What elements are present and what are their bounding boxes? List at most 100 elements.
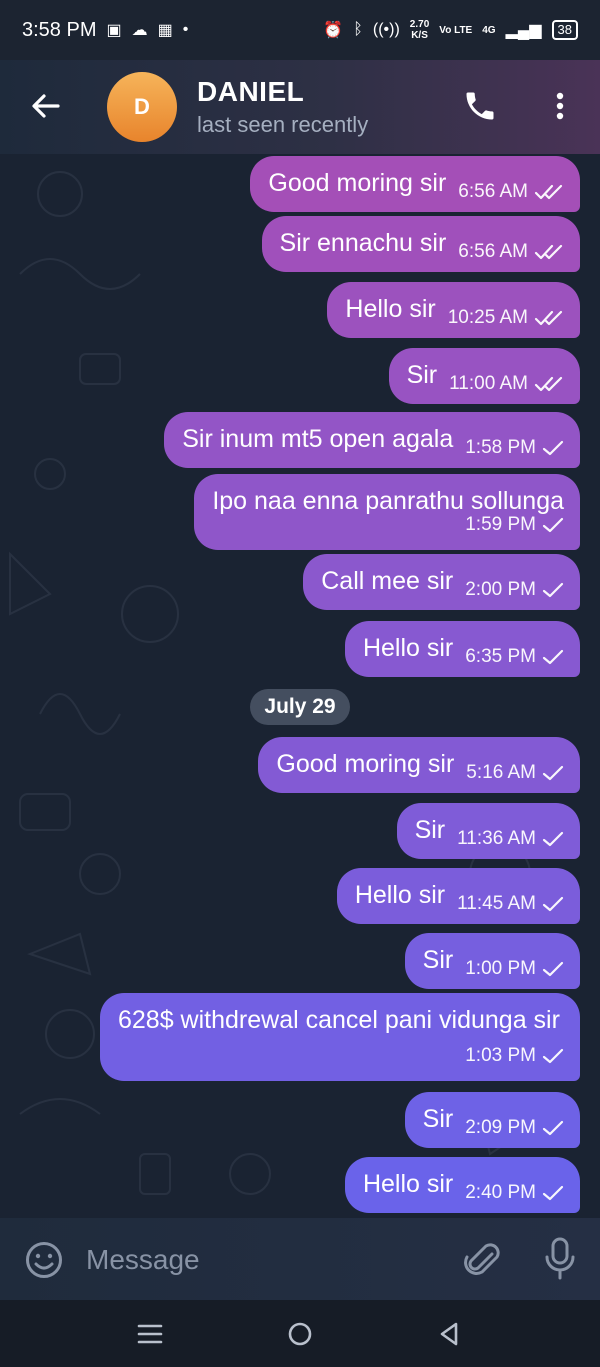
chat-header: D DANIEL last seen recently <box>0 60 600 154</box>
check-icon <box>542 960 564 978</box>
bluetooth-icon: ᛒ <box>353 21 363 38</box>
hotspot-icon: ((•)) <box>372 21 400 38</box>
message-bubble[interactable]: 628$ withdrewal cancel pani vidunga sir 1… <box>100 993 580 1081</box>
net-speed-unit: K/S <box>411 30 428 41</box>
message-time: 11:45 AM <box>457 893 536 914</box>
battery-indicator: 38 <box>551 20 578 40</box>
recent-apps-button[interactable] <box>136 1320 164 1348</box>
message-text: Hello sir <box>362 634 454 662</box>
status-right: ⏰ ᛒ ((•)) 2.70 K/S Vo LTE 4G ▂▄▆ 38 <box>323 19 578 41</box>
message-bubble[interactable]: Hello sir 2:40 PM <box>344 1157 580 1213</box>
check-icon <box>542 830 564 848</box>
message-meta: 2:00 PM <box>465 575 564 605</box>
message-meta: 1:59 PM <box>465 510 564 540</box>
dot-icon: • <box>182 21 189 38</box>
net-speed: 2.70 K/S <box>410 19 429 41</box>
message-meta: 2:09 PM <box>465 1113 564 1143</box>
message-text: Sir ennachu sir <box>279 229 447 257</box>
message-time: 2:40 PM <box>465 1182 536 1203</box>
message-time: 11:00 AM <box>449 373 528 394</box>
message-meta: 11:36 AM <box>457 824 564 854</box>
message-bubble[interactable]: Sir 11:36 AM <box>396 803 580 859</box>
message-meta: 6:56 AM <box>458 237 564 267</box>
home-button[interactable] <box>286 1320 314 1348</box>
message-meta: 1:03 PM <box>465 1041 564 1071</box>
message-text: Sir <box>422 1105 454 1133</box>
message-bubble[interactable]: Sir 1:00 PM <box>404 933 580 989</box>
smiley-icon <box>26 1242 62 1278</box>
message-time: 1:00 PM <box>465 958 536 979</box>
message-time: 11:36 AM <box>457 828 536 849</box>
contact-name[interactable]: DANIEL <box>197 76 304 108</box>
arrow-left-icon <box>32 94 60 118</box>
message-bubble[interactable]: Good moring sir 5:16 AM <box>258 737 580 793</box>
message-bubble[interactable]: Hello sir 11:45 AM <box>336 868 580 924</box>
message-text: Sir inum mt5 open agala <box>182 425 454 453</box>
contact-status: last seen recently <box>197 112 369 137</box>
emoji-button[interactable] <box>24 1240 64 1280</box>
calendar-icon: ▦ <box>157 22 173 39</box>
message-meta: 10:25 AM <box>448 303 564 333</box>
message-bubble[interactable]: Sir 11:00 AM <box>388 348 580 404</box>
status-bar: 3:58 PM ▣ ☁ ▦ • ⏰ ᛒ ((•)) 2.70 K/S Vo LT… <box>0 0 600 60</box>
message-bubble[interactable]: Sir ennachu sir 6:56 AM <box>261 216 580 272</box>
check-icon <box>542 648 564 666</box>
avatar[interactable]: D <box>107 72 177 142</box>
message-time: 5:16 AM <box>466 762 536 783</box>
message-text: 628$ withdrewal cancel pani vidunga sir <box>118 1006 560 1034</box>
network-type: 4G <box>482 24 496 36</box>
microphone-icon <box>545 1237 575 1280</box>
system-back-button[interactable] <box>436 1320 464 1348</box>
message-meta: 1:58 PM <box>465 433 564 463</box>
message-bubble[interactable]: Ipo naa enna panrathu sollunga 1:59 PM <box>194 474 580 550</box>
message-meta: 11:45 AM <box>457 889 564 919</box>
attach-button[interactable] <box>460 1238 500 1280</box>
message-bubble[interactable]: Hello sir 6:35 PM <box>344 621 580 677</box>
check-icon <box>542 439 564 457</box>
chat-area[interactable]: Good moring sir 6:56 AM Sir ennachu sir 6:5… <box>0 154 600 1218</box>
status-time: 3:58 PM <box>22 18 97 41</box>
message-input[interactable] <box>84 1238 428 1282</box>
message-time: 2:00 PM <box>465 579 536 600</box>
phone-icon <box>466 92 494 120</box>
message-meta: 1:00 PM <box>465 954 564 984</box>
call-button[interactable] <box>462 88 498 124</box>
message-text: Hello sir <box>362 1170 454 1198</box>
more-options-button[interactable] <box>546 88 574 124</box>
status-left: 3:58 PM ▣ ☁ ▦ • <box>22 19 188 42</box>
check-icon <box>542 581 564 599</box>
paperclip-icon <box>464 1243 500 1275</box>
circle-home-icon <box>288 1322 312 1346</box>
message-bubble[interactable]: Sir inum mt5 open agala 1:58 PM <box>164 412 580 468</box>
message-text: Hello sir <box>354 881 446 909</box>
check-icon <box>542 895 564 913</box>
more-vertical-icon <box>556 92 564 120</box>
volte-indicator: Vo LTE <box>439 24 473 36</box>
check-icon <box>542 1119 564 1137</box>
triangle-back-icon <box>440 1322 458 1346</box>
double-check-icon <box>534 243 564 261</box>
microphone-button[interactable] <box>540 1236 580 1282</box>
message-text: Sir <box>422 946 454 974</box>
message-bubble[interactable]: Good moring sir 6:56 AM <box>250 156 580 212</box>
message-meta: 6:35 PM <box>465 642 564 672</box>
message-text: Sir <box>414 816 446 844</box>
message-text: Hello sir <box>345 295 436 323</box>
message-bubble[interactable]: Call mee sir 2:00 PM <box>303 554 580 610</box>
back-button[interactable] <box>28 88 64 124</box>
message-composer <box>0 1218 600 1300</box>
message-bubble[interactable]: Sir 2:09 PM <box>404 1092 580 1148</box>
message-bubble[interactable]: Hello sir 10:25 AM <box>327 282 580 338</box>
message-time: 6:56 AM <box>458 181 528 202</box>
message-time: 6:56 AM <box>458 241 528 262</box>
message-time: 1:03 PM <box>465 1045 536 1066</box>
message-meta: 11:00 AM <box>449 369 564 399</box>
cloud-icon: ☁ <box>131 22 148 39</box>
double-check-icon <box>534 375 564 393</box>
message-meta: 6:56 AM <box>458 177 564 207</box>
message-time: 6:35 PM <box>465 646 536 667</box>
message-meta: 2:40 PM <box>465 1178 564 1208</box>
message-text: Good moring sir <box>268 169 447 197</box>
message-text: Call mee sir <box>321 567 454 595</box>
message-time: 1:58 PM <box>465 437 536 458</box>
